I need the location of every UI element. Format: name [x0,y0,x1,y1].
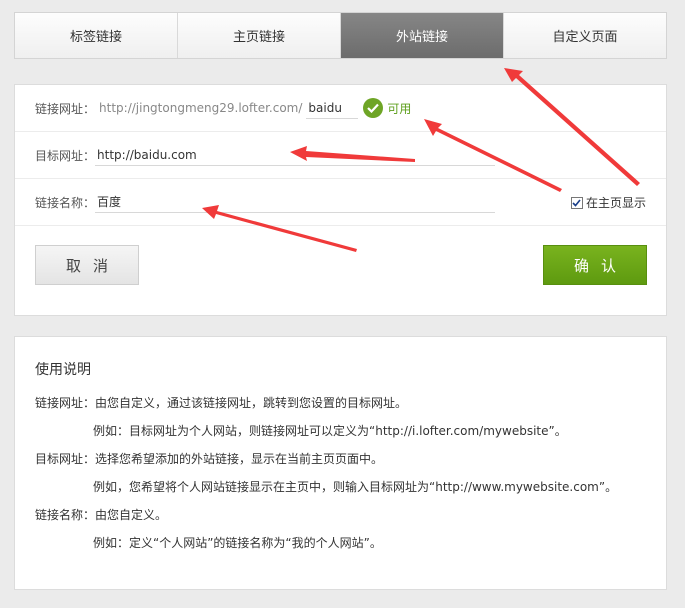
target-url-label: 目标网址： [35,148,96,163]
help-line: 链接名称：由您自定义。 [35,508,168,522]
usage-instructions: 使用说明 链接网址：由您自定义，通过该链接网址，跳转到您设置的目标网址。 例如：… [14,336,667,590]
link-url-prefix: http://jingtongmeng29.lofter.com/ [99,101,303,115]
availability-status: 可用 [363,98,411,118]
target-url-row: 目标网址： [15,132,666,179]
link-name-label: 链接名称： [35,195,96,210]
check-circle-icon [363,98,384,118]
link-name-row: 链接名称： 在主页显示 [15,179,666,226]
confirm-button[interactable]: 确认 [543,245,647,285]
help-line: 目标网址：选择您希望添加的外站链接，显示在当前主页页面中。 [35,452,384,466]
link-form: 链接网址： http://jingtongmeng29.lofter.com/ … [14,84,667,316]
help-example: 例如，您希望将个人网站链接显示在主页中，则输入目标网址为“http://www.… [93,480,618,494]
availability-text: 可用 [387,101,412,116]
cancel-button[interactable]: 取消 [35,245,139,285]
help-example: 例如：定义“个人网站”的链接名称为“我的个人网站”。 [93,536,382,550]
help-example: 例如：目标网址为个人网站，则链接网址可以定义为“http://i.lofter.… [93,424,567,438]
tab-bar: 标签链接 主页链接 外站链接 自定义页面 [14,12,667,59]
tab-custom-page[interactable]: 自定义页面 [504,13,666,58]
link-url-row: 链接网址： http://jingtongmeng29.lofter.com/ … [15,85,666,132]
help-title: 使用说明 [35,362,91,378]
link-url-label: 链接网址： [35,101,96,116]
show-home-option[interactable]: 在主页显示 [570,194,646,211]
show-home-label: 在主页显示 [585,196,646,210]
link-url-input[interactable] [306,97,359,119]
show-home-checkbox[interactable] [570,196,583,209]
tab-external-links[interactable]: 外站链接 [341,13,504,58]
link-name-input[interactable] [95,191,496,213]
help-line: 链接网址：由您自定义，通过该链接网址，跳转到您设置的目标网址。 [35,396,408,410]
tab-home-links[interactable]: 主页链接 [178,13,341,58]
tab-tag-links[interactable]: 标签链接 [15,13,178,58]
target-url-input[interactable] [95,144,496,166]
